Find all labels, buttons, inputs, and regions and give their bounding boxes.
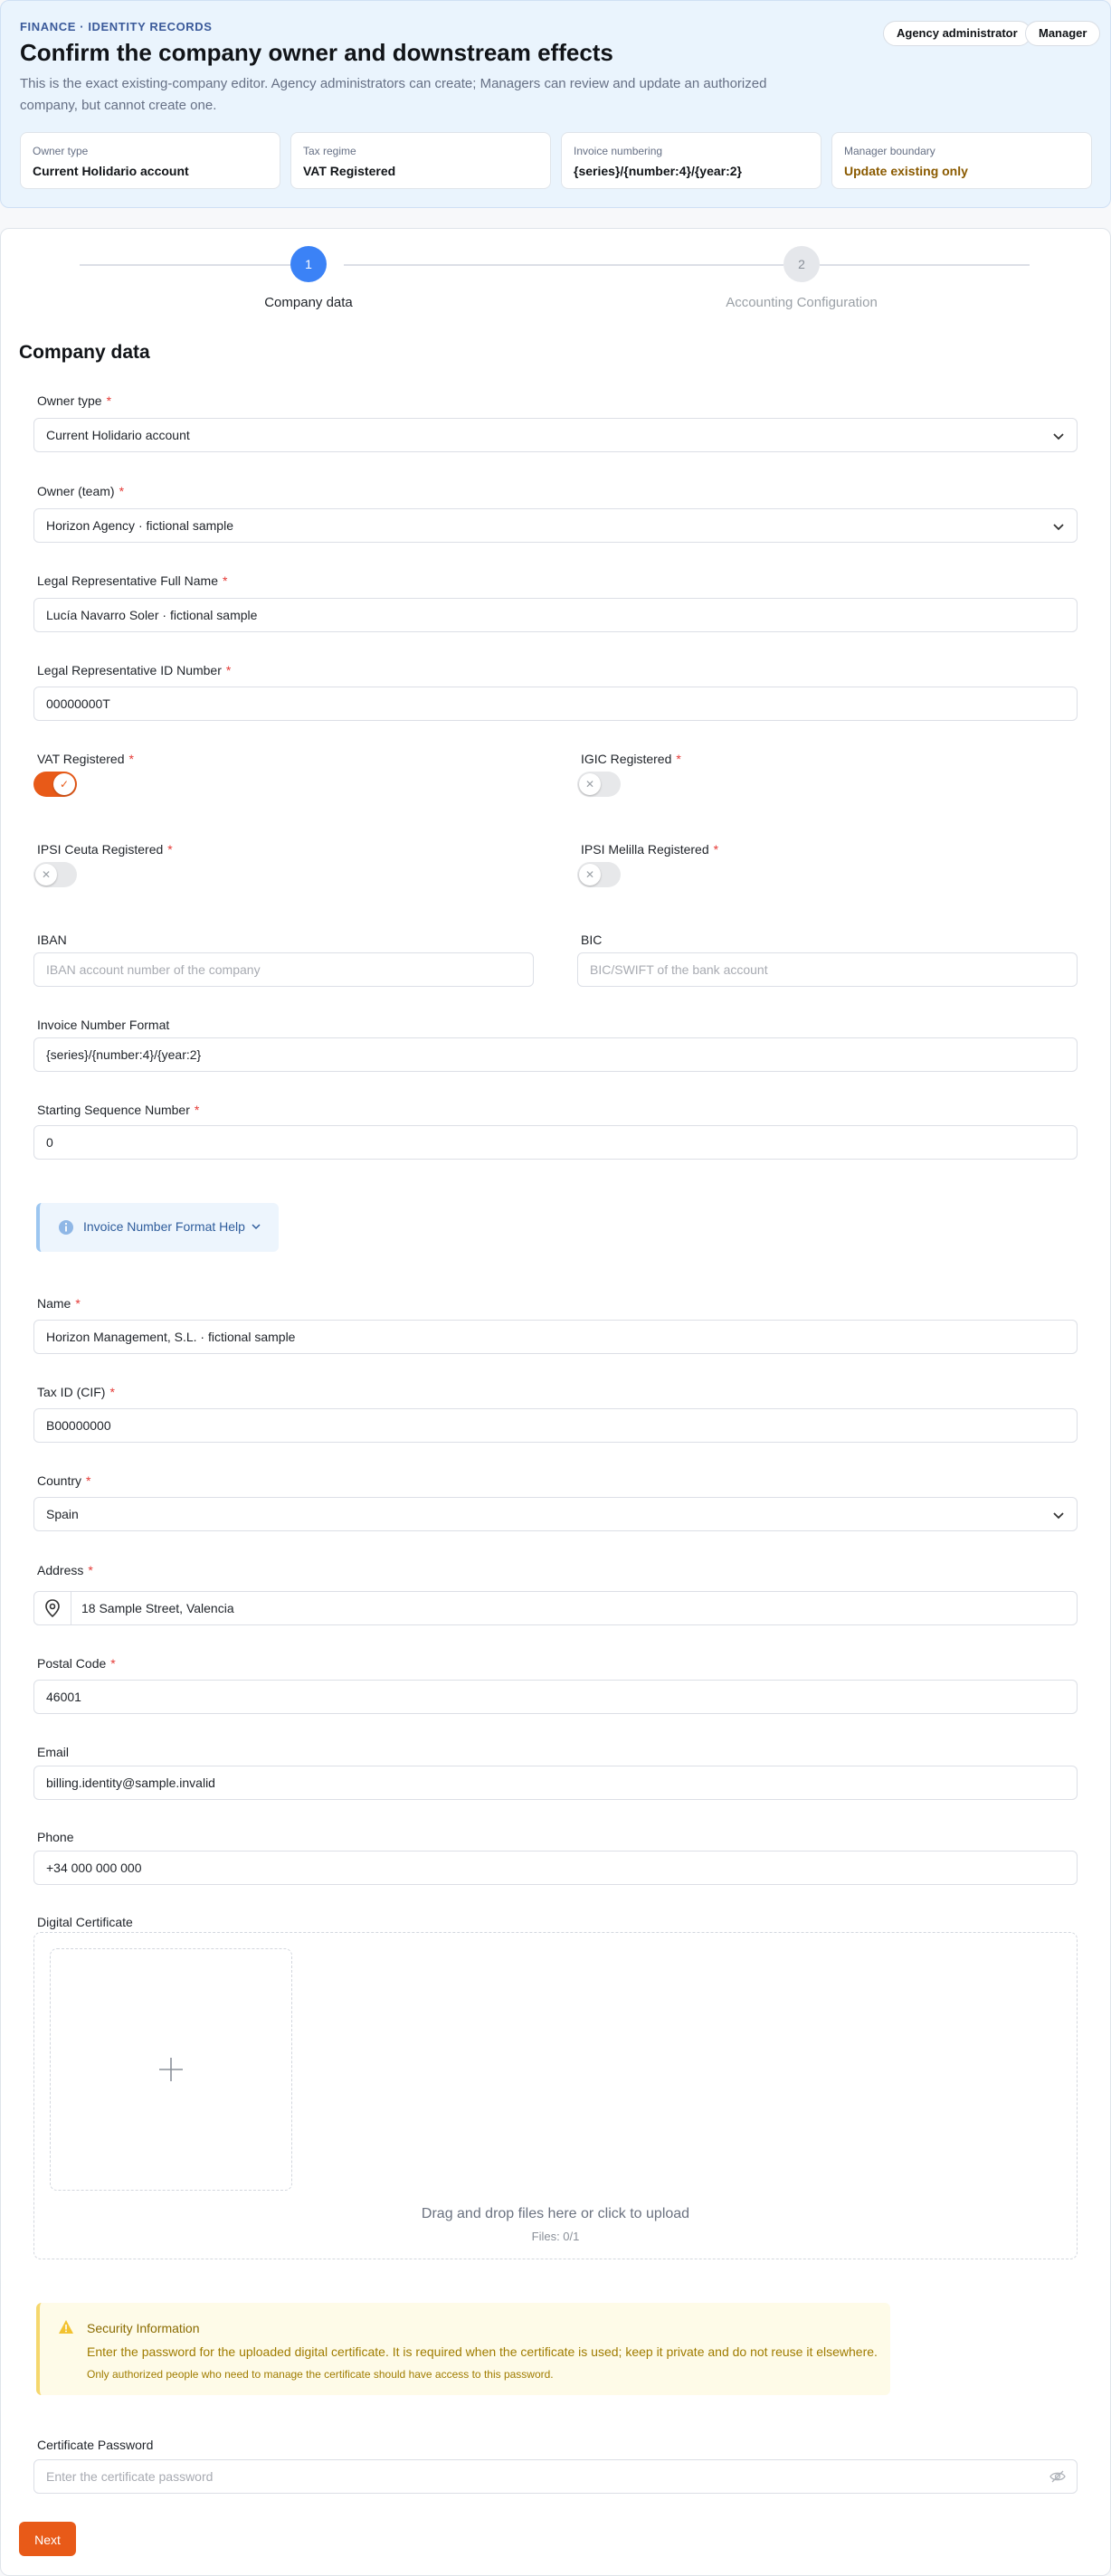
summary-value: Current Holidario account (33, 164, 189, 178)
summary-value: Update existing only (844, 164, 968, 178)
starting-sequence-label: Starting Sequence Number * (37, 1103, 200, 1117)
invoice-format-help[interactable]: Invoice Number Format Help (36, 1203, 279, 1252)
address-input[interactable]: 18 Sample Street, Valencia (33, 1591, 1078, 1625)
close-icon: ✕ (579, 864, 601, 886)
chevron-down-icon (1053, 1512, 1064, 1520)
postal-code-label: Postal Code * (37, 1656, 116, 1671)
location-pin-icon (45, 1599, 60, 1617)
alert-body: Enter the password for the uploaded digi… (87, 2344, 878, 2359)
close-icon: ✕ (579, 773, 601, 795)
country-select[interactable]: Spain (33, 1497, 1078, 1531)
iban-label: IBAN (37, 933, 67, 947)
invoice-format-input[interactable]: {series}/{number:4}/{year:2} (33, 1037, 1078, 1072)
step-1-label[interactable]: Company data (200, 295, 417, 310)
postal-code-input[interactable]: 46001 (33, 1680, 1078, 1714)
vat-label: VAT Registered * (37, 752, 134, 766)
legal-rep-name-input[interactable]: Lucía Navarro Soler · fictional sample (33, 598, 1078, 632)
info-icon (59, 1220, 73, 1235)
owner-team-select[interactable]: Horizon Agency · fictional sample (33, 508, 1078, 543)
igic-toggle[interactable]: ✕ (577, 772, 621, 797)
address-label: Address * (37, 1563, 93, 1577)
name-input[interactable]: Horizon Management, S.L. · fictional sam… (33, 1320, 1078, 1354)
summary-value: {series}/{number:4}/{year:2} (574, 164, 742, 178)
email-label: Email (37, 1745, 70, 1759)
upload-count: Files: 0/1 (531, 2230, 580, 2243)
role-pill-manager[interactable]: Manager (1025, 21, 1101, 46)
owner-team-label: Owner (team) * (37, 484, 125, 498)
bic-label: BIC (581, 933, 603, 947)
stepper-line (820, 264, 1030, 266)
email-input[interactable]: billing.identity@sample.invalid (33, 1766, 1078, 1800)
summary-card-manager-boundary: Manager boundary Update existing only (831, 132, 1092, 189)
country-label: Country * (37, 1473, 91, 1488)
security-alert: Security Information Enter the password … (36, 2303, 890, 2395)
invoice-format-label: Invoice Number Format (37, 1018, 170, 1032)
owner-type-label: Owner type * (37, 393, 112, 408)
phone-input[interactable]: +34 000 000 000 (33, 1851, 1078, 1885)
section-title: Company data (19, 342, 150, 363)
cert-password-input[interactable]: Enter the certificate password (33, 2459, 1078, 2494)
summary-card-tax-regime: Tax regime VAT Registered (290, 132, 551, 189)
alert-note: Only authorized people who need to manag… (87, 2368, 554, 2381)
tax-id-input[interactable]: B00000000 (33, 1408, 1078, 1443)
summary-label: Invoice numbering (574, 145, 663, 157)
summary-label: Manager boundary (844, 145, 935, 157)
chevron-down-icon (252, 1224, 261, 1230)
bic-input[interactable]: BIC/SWIFT of the bank account (577, 952, 1078, 987)
cert-password-label: Certificate Password (37, 2438, 154, 2452)
igic-label: IGIC Registered * (581, 752, 681, 766)
summary-card-invoice-numbering: Invoice numbering {series}/{number:4}/{y… (561, 132, 821, 189)
ipsi-ceuta-label: IPSI Ceuta Registered * (37, 842, 173, 857)
legal-rep-id-label: Legal Representative ID Number * (37, 663, 232, 677)
stepper-line (80, 264, 308, 266)
eyebrow: FINANCE · IDENTITY RECORDS (20, 20, 213, 33)
stepper-line (344, 264, 783, 266)
page-title: Confirm the company owner and downstream… (20, 39, 613, 66)
step-1-circle[interactable]: 1 (290, 246, 327, 282)
role-pill-agency-administrator[interactable]: Agency administrator (883, 21, 1031, 46)
next-button[interactable]: Next (19, 2522, 76, 2556)
check-icon: ✓ (53, 773, 75, 795)
starting-sequence-input[interactable]: 0 (33, 1125, 1078, 1160)
iban-input[interactable]: IBAN account number of the company (33, 952, 534, 987)
phone-label: Phone (37, 1830, 74, 1844)
chevron-down-icon (1053, 524, 1064, 531)
page-description: This is the exact existing-company edito… (20, 76, 767, 113)
address-icon-box (34, 1592, 71, 1624)
tax-id-label: Tax ID (CIF) * (37, 1385, 115, 1399)
help-link: Invoice Number Format Help (83, 1219, 261, 1234)
step-2-label[interactable]: Accounting Configuration (693, 295, 910, 310)
eye-off-icon[interactable] (1049, 2469, 1066, 2484)
legal-rep-name-label: Legal Representative Full Name * (37, 573, 228, 588)
page-header: FINANCE · IDENTITY RECORDS Confirm the c… (0, 0, 1111, 208)
alert-title: Security Information (87, 2321, 200, 2335)
certificate-label: Digital Certificate (37, 1915, 133, 1929)
ipsi-ceuta-toggle[interactable]: ✕ (33, 862, 77, 887)
summary-value: VAT Registered (303, 164, 396, 178)
plus-icon (159, 2058, 183, 2081)
upload-hint: Drag and drop files here or click to upl… (421, 2206, 690, 2221)
vat-toggle[interactable]: ✓ (33, 772, 77, 797)
upload-tile[interactable] (50, 1948, 292, 2191)
chevron-down-icon (1053, 433, 1064, 440)
ipsi-melilla-label: IPSI Melilla Registered * (581, 842, 719, 857)
owner-type-select[interactable]: Current Holidario account (33, 418, 1078, 452)
warning-icon (59, 2320, 73, 2334)
legal-rep-id-input[interactable]: 00000000T (33, 687, 1078, 721)
certificate-dropzone[interactable]: Drag and drop files here or click to upl… (33, 1932, 1078, 2259)
close-icon: ✕ (35, 864, 57, 886)
summary-label: Owner type (33, 145, 89, 157)
summary-card-owner-type: Owner type Current Holidario account (20, 132, 280, 189)
ipsi-melilla-toggle[interactable]: ✕ (577, 862, 621, 887)
summary-label: Tax regime (303, 145, 356, 157)
name-label: Name * (37, 1296, 81, 1311)
step-2-circle[interactable]: 2 (783, 246, 820, 282)
